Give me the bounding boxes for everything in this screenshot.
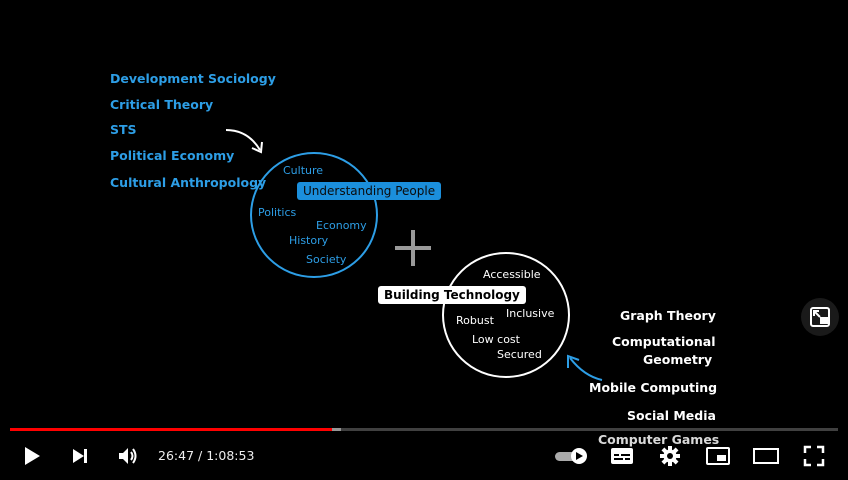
discipline-mobile-computing: Mobile Computing (589, 380, 718, 395)
exit-pip-button[interactable] (801, 298, 839, 336)
discipline-development-sociology: Development Sociology (110, 71, 276, 86)
arrow-to-people-icon (225, 129, 263, 154)
tech-word-inclusive: Inclusive (506, 307, 555, 320)
discipline-graph-theory: Graph Theory (620, 308, 716, 323)
subtitles-button[interactable] (602, 436, 642, 476)
time-separator: / (194, 448, 207, 463)
understanding-people-label: Understanding People (297, 182, 442, 200)
autoplay-toggle[interactable] (552, 436, 590, 476)
settings-button[interactable] (650, 436, 690, 476)
current-time: 26:47 (158, 448, 195, 463)
miniplayer-button[interactable] (698, 436, 738, 476)
duration: 1:08:53 (206, 448, 255, 463)
player-controls (0, 436, 848, 476)
theater-mode-button[interactable] (746, 436, 786, 476)
people-word-society: Society (306, 253, 347, 266)
play-button[interactable] (14, 436, 50, 476)
volume-icon (119, 448, 137, 464)
exit-pip-icon (810, 307, 830, 327)
discipline-political-economy: Political Economy (110, 148, 235, 163)
discipline-critical-theory: Critical Theory (110, 97, 214, 112)
play-icon (25, 447, 40, 465)
people-word-history: History (289, 234, 329, 247)
fullscreen-button[interactable] (794, 436, 834, 476)
discipline-social-media: Social Media (627, 408, 716, 423)
tech-word-robust: Robust (456, 314, 494, 327)
autoplay-toggle-icon (555, 448, 587, 464)
discipline-sts: STS (110, 122, 137, 137)
next-icon (73, 449, 87, 463)
miniplayer-icon (706, 447, 730, 465)
progress-played (10, 428, 332, 431)
tech-word-secured: Secured (497, 348, 542, 361)
people-word-culture: Culture (283, 164, 324, 177)
discipline-cultural-anthropology: Cultural Anthropology (110, 175, 267, 190)
fullscreen-icon (803, 445, 825, 467)
discipline-computational: Computational (612, 334, 716, 349)
people-word-economy: Economy (316, 219, 367, 232)
building-technology-label: Building Technology (378, 286, 526, 304)
tech-word-low-cost: Low cost (472, 333, 520, 346)
subtitles-icon (611, 448, 633, 464)
theater-mode-icon (753, 448, 779, 464)
plus-icon (395, 230, 431, 266)
time-display: 26:47 / 1:08:53 (158, 448, 254, 463)
people-word-politics: Politics (258, 206, 297, 219)
settings-icon (660, 446, 680, 466)
volume-button[interactable] (110, 436, 146, 476)
tech-word-accessible: Accessible (483, 268, 541, 281)
progress-bar[interactable] (10, 428, 838, 431)
video-frame[interactable]: Development Sociology Critical Theory ST… (0, 0, 848, 480)
next-button[interactable] (62, 436, 98, 476)
discipline-geometry: Geometry (643, 352, 713, 367)
